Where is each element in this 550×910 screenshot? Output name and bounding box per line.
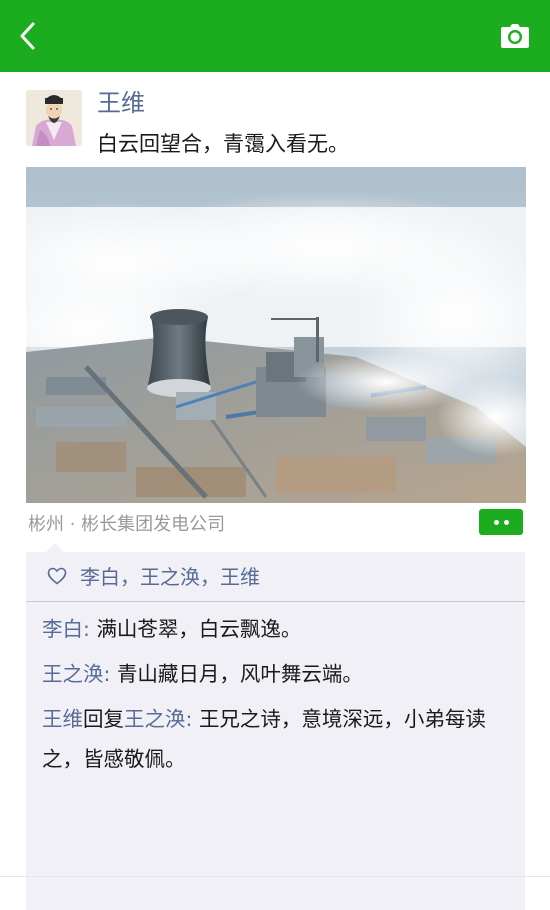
- likes-names[interactable]: 李白，王之涣，王维: [80, 562, 260, 592]
- dot-icon: [503, 519, 509, 525]
- heart-outline-icon: [47, 567, 67, 585]
- post-text: 白云回望合，青霭入看无。: [97, 132, 349, 156]
- chevron-left-icon: [20, 22, 35, 50]
- comment-separator: :: [103, 662, 117, 686]
- interaction-panel: 李白，王之涣，王维 李白: 满山苍翠，白云飘逸。 王之涣: 青山藏日月，风叶舞云…: [26, 543, 525, 910]
- comment-item[interactable]: 李白: 满山苍翠，白云飘逸。: [42, 609, 512, 649]
- comment-separator: :: [83, 617, 97, 641]
- avatar-portrait: [26, 90, 82, 146]
- power-plant-aerial-image: [26, 167, 526, 503]
- comment-text: 满山苍翠，白云飘逸。: [96, 617, 302, 641]
- author-name[interactable]: 王维: [97, 86, 145, 120]
- camera-button[interactable]: [498, 20, 532, 52]
- comment-item[interactable]: 王维回复王之涣: 王兄之诗，意境深远，小弟每读之，皆感敬佩。: [42, 699, 512, 779]
- comment-separator: :: [185, 707, 199, 731]
- dot-icon: [493, 519, 499, 525]
- reply-target[interactable]: 王之涣: [124, 707, 186, 731]
- comment-item[interactable]: 王之涣: 青山藏日月，风叶舞云端。: [42, 654, 512, 694]
- bottom-divider: [0, 876, 550, 877]
- top-bar: [0, 0, 550, 72]
- likes-row: 李白，王之涣，王维: [26, 552, 525, 602]
- post-photo[interactable]: [26, 167, 526, 503]
- avatar[interactable]: [26, 90, 82, 146]
- location-label[interactable]: 彬州 · 彬长集团发电公司: [28, 512, 225, 538]
- comment-author[interactable]: 李白: [42, 617, 83, 641]
- more-actions-button[interactable]: [479, 509, 523, 535]
- comment-text: 青山藏日月，风叶舞云端。: [116, 662, 363, 686]
- reply-word: 回复: [83, 707, 124, 731]
- comment-author[interactable]: 王维: [42, 707, 83, 731]
- back-button[interactable]: [10, 18, 46, 54]
- comment-author[interactable]: 王之涣: [42, 662, 104, 686]
- panel-arrow: [46, 543, 64, 552]
- camera-icon: [501, 24, 529, 48]
- moment-post: 王维 白云回望合，青霭入看无。 彬州 · 彬长集团发电公司 李白，王之涣，王维 …: [0, 72, 550, 910]
